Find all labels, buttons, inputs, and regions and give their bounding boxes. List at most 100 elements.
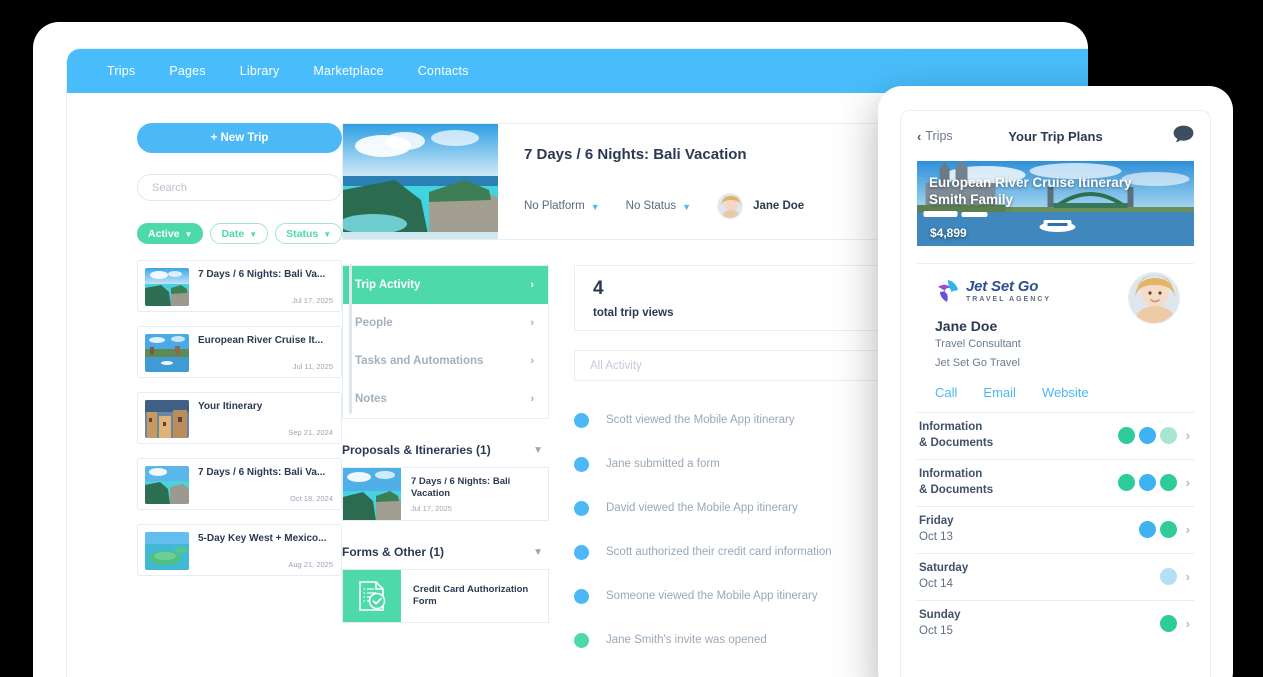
- filter-pill-date[interactable]: Date ▼: [210, 223, 269, 244]
- tab-trip-activity[interactable]: Trip Activity ›: [343, 266, 548, 304]
- agent-company: Jet Set Go Travel: [935, 356, 1020, 369]
- back-to-trips-button[interactable]: ‹ Trips: [917, 129, 953, 144]
- trip-list-item[interactable]: 7 Days / 6 Nights: Bali Va... Jul 17, 20…: [137, 260, 342, 312]
- itinerary-row[interactable]: Information & Documents ›: [917, 411, 1194, 459]
- itinerary-row-label: Saturday: [919, 562, 969, 575]
- search-input[interactable]: [137, 174, 342, 201]
- trip-item-title: Your Itinerary: [198, 401, 263, 412]
- filter-pill-active-label: Active: [148, 227, 180, 240]
- nav-item-pages[interactable]: Pages: [169, 64, 205, 78]
- tab-notes[interactable]: Notes ›: [343, 380, 548, 418]
- trip-list-scrollbar[interactable]: [349, 264, 352, 414]
- trip-item-date: Sep 21, 2024: [288, 428, 333, 437]
- trip-list-item[interactable]: Your Itinerary Sep 21, 2024: [137, 392, 342, 444]
- trip-item-title: 5-Day Key West + Mexico...: [198, 533, 327, 544]
- trip-thumbnail-keys: [145, 532, 189, 570]
- activity-dot-icon: [574, 588, 589, 604]
- proposal-thumbnail: [343, 468, 401, 520]
- agent-role: Travel Consultant: [935, 338, 1021, 350]
- tab-tasks-label: Tasks and Automations: [355, 355, 484, 367]
- status-dot-icon: [1159, 427, 1177, 445]
- chevron-right-icon: ›: [530, 317, 534, 329]
- status-dot-icon: [1138, 427, 1156, 445]
- back-button-label: Trips: [925, 129, 953, 143]
- email-link[interactable]: Email: [983, 385, 1016, 400]
- activity-text: Scott authorized their credit card infor…: [606, 546, 832, 558]
- trip-list-item[interactable]: European River Cruise It... Jul 11, 2025: [137, 326, 342, 378]
- activity-dot-icon: [574, 500, 589, 516]
- itinerary-row-text: Sunday Oct 15: [919, 608, 961, 639]
- status-dropdown[interactable]: No Status ▼: [626, 200, 691, 212]
- filter-pill-active[interactable]: Active ▼: [137, 223, 204, 244]
- itinerary-row-label: Sunday: [919, 609, 961, 622]
- mobile-header: ‹ Trips Your Trip Plans: [901, 111, 1210, 161]
- trip-thumbnail-town: [145, 400, 189, 438]
- total-trip-views-card: 4 total trip views: [574, 265, 904, 331]
- tab-people-label: People: [355, 317, 393, 329]
- nav-item-contacts[interactable]: Contacts: [418, 64, 469, 78]
- itinerary-row-sublabel: Oct 14: [919, 577, 953, 590]
- trip-list[interactable]: 7 Days / 6 Nights: Bali Va... Jul 17, 20…: [137, 260, 352, 576]
- trip-item-meta: European River Cruise It... Jul 11, 2025: [189, 327, 341, 377]
- filter-pill-status[interactable]: Status ▼: [275, 223, 343, 244]
- screenshot-stage: Trips Pages Library Marketplace Contacts…: [0, 0, 1263, 677]
- itinerary-row-dots: [1117, 427, 1177, 445]
- proposals-section-title: Proposals & Itineraries (1): [342, 443, 491, 457]
- activity-text: Jane submitted a form: [606, 458, 720, 470]
- itinerary-row[interactable]: Sunday Oct 15 ›: [917, 599, 1194, 647]
- total-trip-views-value: 4: [593, 278, 604, 299]
- chat-bubble-icon[interactable]: [1173, 125, 1194, 148]
- forms-section-title: Forms & Other (1): [342, 545, 445, 559]
- chevron-right-icon: ›: [1185, 569, 1190, 585]
- activity-dot-icon: [574, 632, 589, 648]
- nav-item-marketplace[interactable]: Marketplace: [313, 64, 383, 78]
- filter-pill-status-label: Status: [286, 227, 319, 240]
- total-trip-views-label: total trip views: [593, 307, 674, 319]
- agent-avatar: [1128, 272, 1180, 324]
- trip-thumbnail-bali: [145, 268, 189, 306]
- tab-people[interactable]: People ›: [343, 304, 548, 342]
- forms-section-header[interactable]: Forms & Other (1) ▼: [342, 545, 549, 559]
- itinerary-row-sublabel: & Documents: [919, 483, 994, 496]
- itinerary-row[interactable]: Friday Oct 13 ›: [917, 505, 1194, 553]
- new-trip-button[interactable]: + New Trip: [137, 123, 342, 153]
- form-card[interactable]: Credit Card Authorization Form: [342, 569, 549, 623]
- activity-filter-select[interactable]: All Activity: [574, 350, 904, 381]
- chevron-left-icon: ‹: [917, 128, 922, 144]
- trip-item-meta: 5-Day Key West + Mexico... Aug 21, 2025: [189, 525, 341, 575]
- platform-dropdown[interactable]: No Platform ▼: [524, 200, 600, 212]
- proposal-card[interactable]: 7 Days / 6 Nights: Bali Vacation Jul 17,…: [342, 467, 549, 521]
- status-dot-icon: [1138, 521, 1156, 539]
- call-link[interactable]: Call: [935, 385, 957, 400]
- trip-list-item[interactable]: 5-Day Key West + Mexico... Aug 21, 2025: [137, 524, 342, 576]
- tab-tasks-and-automations[interactable]: Tasks and Automations ›: [343, 342, 548, 380]
- status-dot-icon: [1159, 568, 1177, 586]
- trip-item-date: Jul 11, 2025: [292, 362, 333, 371]
- itinerary-row[interactable]: Saturday Oct 14 ›: [917, 552, 1194, 600]
- trip-item-date: Jul 17, 2025: [292, 296, 333, 305]
- itinerary-row-dots: [1117, 474, 1177, 492]
- trip-item-date: Aug 21, 2025: [288, 560, 333, 569]
- jet-plane-logo-icon: [938, 280, 958, 302]
- activity-text: Someone viewed the Mobile App itinerary: [606, 590, 818, 602]
- chevron-right-icon: ›: [1185, 475, 1190, 491]
- nav-item-trips[interactable]: Trips: [107, 64, 135, 78]
- chevron-right-icon: ›: [530, 393, 534, 405]
- mobile-hero-card[interactable]: European River Cruise Itinerary Smith Fa…: [917, 161, 1194, 246]
- chevron-down-icon: ▼: [533, 445, 543, 456]
- nav-item-library[interactable]: Library: [240, 64, 280, 78]
- trip-owner[interactable]: Jane Doe: [717, 193, 804, 219]
- chevron-right-icon: ›: [530, 279, 534, 291]
- trip-list-item[interactable]: 7 Days / 6 Nights: Bali Va... Oct 18, 20…: [137, 458, 342, 510]
- itinerary-row[interactable]: Information & Documents ›: [917, 458, 1194, 506]
- document-check-icon: [343, 570, 401, 622]
- mobile-hero-price: $4,899: [930, 226, 967, 240]
- activity-filter-value: All Activity: [590, 359, 642, 372]
- trip-owner-name: Jane Doe: [753, 200, 805, 212]
- status-dot-icon: [1117, 427, 1135, 445]
- agent-card: Jet Set Go TRAVEL AGENCY Jane Doe Travel…: [917, 263, 1194, 412]
- trip-item-meta: Your Itinerary Sep 21, 2024: [189, 393, 341, 443]
- itinerary-row-sublabel: Oct 15: [919, 624, 953, 637]
- proposals-section-header[interactable]: Proposals & Itineraries (1) ▼: [342, 443, 549, 457]
- website-link[interactable]: Website: [1042, 385, 1089, 400]
